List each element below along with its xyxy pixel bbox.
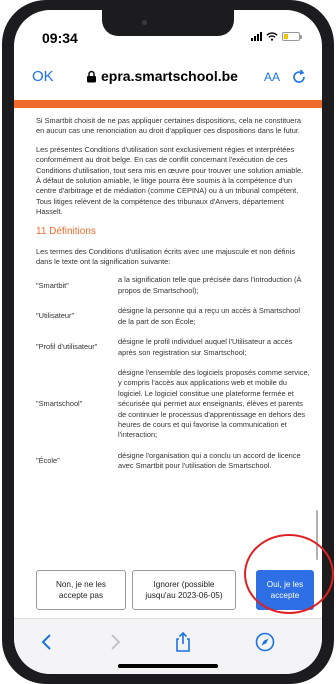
definition-term: "Profil d'utilisateur" [36,342,98,352]
home-indicator [118,664,218,668]
definition-term: "Utilisateur" [36,311,75,321]
camera-dot [142,20,147,25]
page-header-bar [14,100,322,108]
share-icon[interactable] [172,631,194,653]
terms-content: Si Smartbit choisit de ne pas appliquer … [36,116,310,482]
text-size-button[interactable]: AA [264,70,280,84]
browser-address-bar: OK epra.smartschool.be AA [14,62,322,94]
wifi-icon [266,32,278,41]
definition-desc: a la signification telle que précisée da… [118,275,302,295]
section-heading: 11 Définitions [36,225,96,237]
definition-row: "Smartschool" désigne l'ensemble des log… [36,368,310,441]
back-icon[interactable] [36,631,58,653]
definition-row: "Smartbit" a la signification telle que … [36,275,310,296]
url-field[interactable]: epra.smartschool.be [86,68,238,84]
definition-desc: désigne le profil individuel auquel l'Ut… [118,337,293,357]
status-icons [251,32,302,41]
definition-desc: désigne l'organisation qui a conclu un a… [118,450,301,471]
lock-icon [87,70,96,82]
forward-icon[interactable] [104,631,126,653]
status-time: 09:34 [42,30,78,46]
refuse-button[interactable]: Non, je ne les accepte pas [36,570,126,610]
signal-icon [251,32,262,41]
notch [102,10,234,36]
definition-term: "Smartbit" [36,280,69,290]
compass-icon[interactable] [254,631,276,653]
section-intro: Les termes des Conditions d'utilisation … [36,246,295,267]
battery-icon [282,32,302,41]
reload-icon[interactable] [290,68,308,86]
url-text: epra.smartschool.be [101,68,238,84]
definition-row: "École" désigne l'organisation qui a con… [36,451,310,472]
definition-row: "Profil d'utilisateur" désigne le profil… [36,337,310,358]
paragraph: Si Smartbit choisit de ne pas appliquer … [36,116,301,136]
definition-term: "École" [36,455,60,465]
ignore-button[interactable]: Ignorer (possible jusqu'au 2023-06-05) [132,570,236,610]
definition-term: "Smartschool" [36,399,83,409]
done-button[interactable]: OK [32,68,54,85]
highlight-circle-annotation [244,534,334,614]
definition-row: "Utilisateur" désigne la personne qui a … [36,306,310,327]
definition-desc: désigne l'ensemble des logiciels proposé… [118,367,310,440]
definition-desc: désigne la personne qui a reçu un accès … [118,306,301,326]
paragraph: Les présentes Conditions d'utilisation s… [36,144,304,217]
